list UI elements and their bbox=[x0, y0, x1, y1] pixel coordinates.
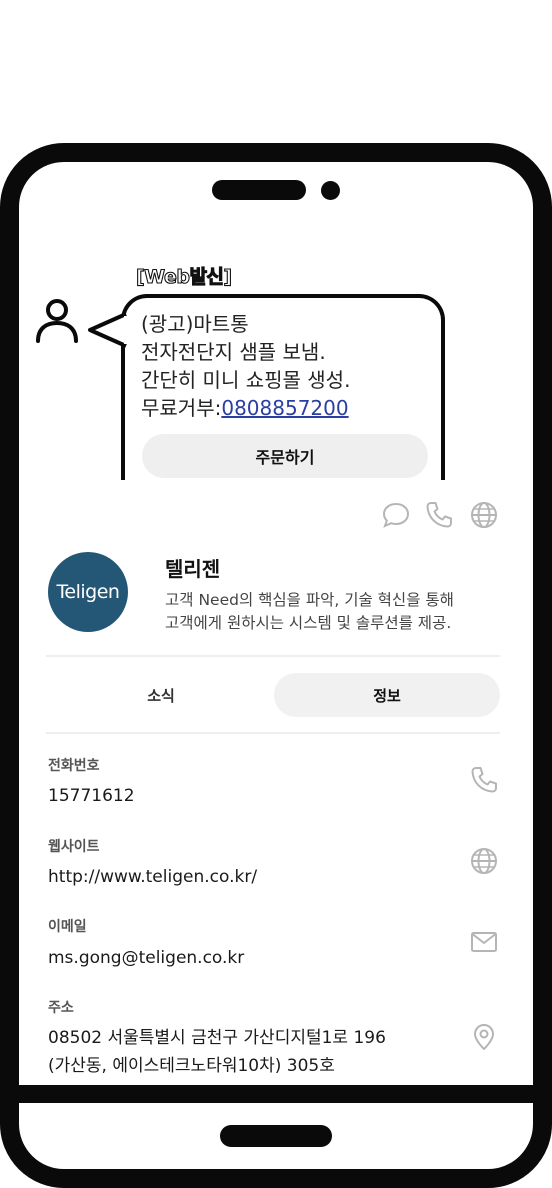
optout-number-link[interactable]: 0808857200 bbox=[221, 396, 348, 420]
phone-label: 전화번호 bbox=[48, 758, 100, 774]
bubble-tail bbox=[88, 312, 130, 348]
divider bbox=[46, 655, 500, 657]
phone-icon[interactable] bbox=[424, 500, 454, 530]
person-icon bbox=[36, 299, 78, 343]
company-name: 텔리젠 bbox=[165, 557, 221, 581]
address-value[interactable]: 08502 서울특별시 금천구 가산디지털1로 196 (가산동, 에이스테크노… bbox=[48, 1024, 386, 1080]
address-line: 08502 서울특별시 금천구 가산디지털1로 196 bbox=[48, 1028, 386, 1048]
phone-chin-divider bbox=[19, 1085, 533, 1103]
message-line: (광고)마트통 bbox=[141, 312, 249, 336]
tab-info[interactable]: 정보 bbox=[274, 673, 500, 717]
website-label: 웹사이트 bbox=[48, 839, 100, 855]
speaker-slot bbox=[212, 180, 306, 200]
optout-line: 무료거부:0808857200 bbox=[141, 394, 441, 422]
front-camera bbox=[321, 181, 340, 200]
mail-icon[interactable] bbox=[469, 927, 499, 957]
sender-tag: [Web발신] bbox=[135, 265, 232, 288]
home-button[interactable] bbox=[220, 1125, 332, 1147]
tab-news[interactable]: 소식 bbox=[48, 673, 274, 717]
divider bbox=[46, 732, 500, 734]
email-label: 이메일 bbox=[48, 919, 87, 935]
phone-icon[interactable] bbox=[469, 765, 499, 795]
address-line: (가산동, 에이스테크노타워10차) 305호 bbox=[48, 1056, 335, 1076]
optout-prefix: 무료거부: bbox=[141, 396, 222, 420]
location-pin-icon[interactable] bbox=[469, 1022, 499, 1052]
message-body: (광고)마트통 전자전단지 샘플 보냄. 간단히 미니 쇼핑몰 생성. 무료거부… bbox=[141, 310, 441, 422]
company-logo: Teligen bbox=[48, 552, 128, 632]
chat-icon[interactable] bbox=[381, 500, 411, 530]
website-value[interactable]: http://www.teligen.co.kr/ bbox=[48, 863, 257, 891]
company-description: 고객 Need의 핵심을 파악, 기술 혁신을 통해 고객에게 원하시는 시스템… bbox=[165, 591, 454, 632]
phone-value[interactable]: 15771612 bbox=[48, 782, 135, 810]
logo-text: Teligen bbox=[56, 581, 120, 603]
globe-icon[interactable] bbox=[469, 846, 499, 876]
globe-icon[interactable] bbox=[469, 500, 499, 530]
message-line: 전자전단지 샘플 보냄. bbox=[141, 340, 326, 364]
order-button[interactable]: 주문하기 bbox=[142, 434, 428, 478]
address-label: 주소 bbox=[48, 1000, 74, 1016]
bubble-fade bbox=[121, 480, 445, 498]
message-line: 간단히 미니 쇼핑몰 생성. bbox=[141, 368, 351, 392]
email-value[interactable]: ms.gong@teligen.co.kr bbox=[48, 944, 244, 972]
